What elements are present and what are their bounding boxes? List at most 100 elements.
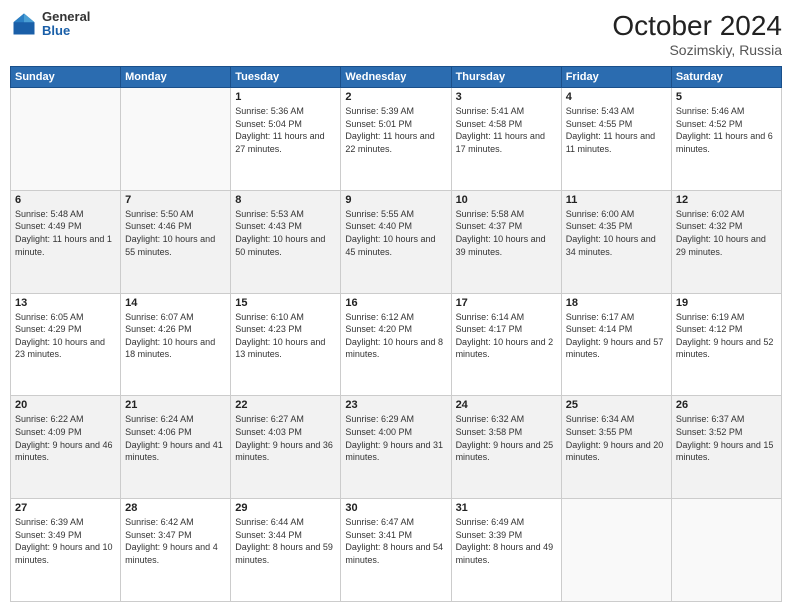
logo-text: General Blue: [42, 10, 90, 39]
day-number: 12: [676, 194, 777, 206]
table-row: 1Sunrise: 5:36 AM Sunset: 5:04 PM Daylig…: [231, 88, 341, 191]
table-row: [671, 499, 781, 602]
day-number: 7: [125, 194, 226, 206]
calendar-week-row: 27 Sunrise: 6:39 AM Sunset: 3:49 PM Dayli…: [11, 499, 782, 602]
day-info: Sunrise: 6:12 AM Sunset: 4:20 PM Dayligh…: [345, 311, 446, 361]
day-number: 17: [456, 297, 557, 309]
table-row: 7Sunrise: 5:50 AM Sunset: 4:46 PM Daylig…: [121, 190, 231, 293]
logo-icon: [10, 10, 38, 38]
day-number: 4: [566, 91, 667, 103]
day-info: Sunrise: 6:42 AM Sunset: 3:47 PM Dayligh…: [125, 516, 226, 566]
table-row: 16 Sunrise: 6:12 AM Sunset: 4:20 PM Dayli…: [341, 293, 451, 396]
calendar-table: Sunday Monday Tuesday Wednesday Thursday…: [10, 66, 782, 602]
day-info: Sunrise: 6:37 AM Sunset: 3:52 PM Dayligh…: [676, 413, 777, 463]
day-info: Sunrise: 6:00 AM Sunset: 4:35 PM Dayligh…: [566, 208, 667, 258]
calendar-header-row: Sunday Monday Tuesday Wednesday Thursday…: [11, 67, 782, 88]
day-info: Sunrise: 6:32 AM Sunset: 3:58 PM Dayligh…: [456, 413, 557, 463]
page-header: General Blue October 2024 Sozimskiy, Rus…: [10, 10, 782, 58]
table-row: 21 Sunrise: 6:24 AM Sunset: 4:06 PM Dayli…: [121, 396, 231, 499]
logo-general: General: [42, 10, 90, 24]
title-section: October 2024 Sozimskiy, Russia: [612, 10, 782, 58]
day-number: 24: [456, 399, 557, 411]
day-number: 3: [456, 91, 557, 103]
day-info: Sunrise: 6:14 AM Sunset: 4:17 PM Dayligh…: [456, 311, 557, 361]
day-info: Sunrise: 6:07 AM Sunset: 4:26 PM Dayligh…: [125, 311, 226, 361]
day-number: 14: [125, 297, 226, 309]
table-row: 22Sunrise: 6:27 AM Sunset: 4:03 PM Dayli…: [231, 396, 341, 499]
col-saturday: Saturday: [671, 67, 781, 88]
table-row: 30 Sunrise: 6:47 AM Sunset: 3:41 PM Dayli…: [341, 499, 451, 602]
table-row: 12 Sunrise: 6:02 AM Sunset: 4:32 PM Dayli…: [671, 190, 781, 293]
col-monday: Monday: [121, 67, 231, 88]
logo: General Blue: [10, 10, 90, 39]
day-info: Sunrise: 6:47 AM Sunset: 3:41 PM Dayligh…: [345, 516, 446, 566]
day-info: Sunrise: 5:46 AM Sunset: 4:52 PM Dayligh…: [676, 105, 777, 155]
day-info: Sunrise: 6:19 AM Sunset: 4:12 PM Dayligh…: [676, 311, 777, 361]
day-info: Sunrise: 5:36 AM Sunset: 5:04 PM Dayligh…: [235, 105, 336, 155]
day-info: Sunrise: 5:43 AM Sunset: 4:55 PM Dayligh…: [566, 105, 667, 155]
day-info: Sunrise: 5:55 AM Sunset: 4:40 PM Dayligh…: [345, 208, 446, 258]
table-row: 6 Sunrise: 5:48 AM Sunset: 4:49 PM Daylig…: [11, 190, 121, 293]
day-number: 8: [235, 194, 336, 206]
day-number: 6: [15, 194, 116, 206]
day-number: 10: [456, 194, 557, 206]
day-number: 20: [15, 399, 116, 411]
day-number: 13: [15, 297, 116, 309]
day-info: Sunrise: 6:22 AM Sunset: 4:09 PM Dayligh…: [15, 413, 116, 463]
day-number: 16: [345, 297, 446, 309]
table-row: 11Sunrise: 6:00 AM Sunset: 4:35 PM Dayli…: [561, 190, 671, 293]
calendar-week-row: 20 Sunrise: 6:22 AM Sunset: 4:09 PM Dayli…: [11, 396, 782, 499]
calendar-week-row: 13Sunrise: 6:05 AM Sunset: 4:29 PM Dayli…: [11, 293, 782, 396]
col-friday: Friday: [561, 67, 671, 88]
day-info: Sunrise: 5:58 AM Sunset: 4:37 PM Dayligh…: [456, 208, 557, 258]
location: Sozimskiy, Russia: [612, 42, 782, 58]
table-row: 13Sunrise: 6:05 AM Sunset: 4:29 PM Dayli…: [11, 293, 121, 396]
day-number: 9: [345, 194, 446, 206]
day-info: Sunrise: 6:24 AM Sunset: 4:06 PM Dayligh…: [125, 413, 226, 463]
day-info: Sunrise: 6:39 AM Sunset: 3:49 PM Dayligh…: [15, 516, 116, 566]
table-row: 8 Sunrise: 5:53 AM Sunset: 4:43 PM Daylig…: [231, 190, 341, 293]
day-info: Sunrise: 5:53 AM Sunset: 4:43 PM Dayligh…: [235, 208, 336, 258]
table-row: 27 Sunrise: 6:39 AM Sunset: 3:49 PM Dayli…: [11, 499, 121, 602]
day-info: Sunrise: 6:49 AM Sunset: 3:39 PM Dayligh…: [456, 516, 557, 566]
table-row: 15 Sunrise: 6:10 AM Sunset: 4:23 PM Dayli…: [231, 293, 341, 396]
logo-blue: Blue: [42, 24, 90, 38]
table-row: [11, 88, 121, 191]
day-number: 2: [345, 91, 446, 103]
table-row: 5 Sunrise: 5:46 AM Sunset: 4:52 PM Daylig…: [671, 88, 781, 191]
day-number: 28: [125, 502, 226, 514]
calendar-week-row: 1Sunrise: 5:36 AM Sunset: 5:04 PM Daylig…: [11, 88, 782, 191]
day-number: 26: [676, 399, 777, 411]
day-number: 5: [676, 91, 777, 103]
table-row: 10 Sunrise: 5:58 AM Sunset: 4:37 PM Dayli…: [451, 190, 561, 293]
table-row: 9 Sunrise: 5:55 AM Sunset: 4:40 PM Daylig…: [341, 190, 451, 293]
day-number: 31: [456, 502, 557, 514]
day-info: Sunrise: 6:29 AM Sunset: 4:00 PM Dayligh…: [345, 413, 446, 463]
col-thursday: Thursday: [451, 67, 561, 88]
day-number: 25: [566, 399, 667, 411]
table-row: 20 Sunrise: 6:22 AM Sunset: 4:09 PM Dayli…: [11, 396, 121, 499]
table-row: 14 Sunrise: 6:07 AM Sunset: 4:26 PM Dayli…: [121, 293, 231, 396]
day-info: Sunrise: 5:48 AM Sunset: 4:49 PM Dayligh…: [15, 208, 116, 258]
day-number: 30: [345, 502, 446, 514]
day-number: 27: [15, 502, 116, 514]
day-info: Sunrise: 6:44 AM Sunset: 3:44 PM Dayligh…: [235, 516, 336, 566]
table-row: 4 Sunrise: 5:43 AM Sunset: 4:55 PM Daylig…: [561, 88, 671, 191]
month-title: October 2024: [612, 10, 782, 42]
day-number: 21: [125, 399, 226, 411]
table-row: 18Sunrise: 6:17 AM Sunset: 4:14 PM Dayli…: [561, 293, 671, 396]
col-tuesday: Tuesday: [231, 67, 341, 88]
day-info: Sunrise: 6:10 AM Sunset: 4:23 PM Dayligh…: [235, 311, 336, 361]
table-row: 28 Sunrise: 6:42 AM Sunset: 3:47 PM Dayli…: [121, 499, 231, 602]
day-info: Sunrise: 6:02 AM Sunset: 4:32 PM Dayligh…: [676, 208, 777, 258]
table-row: 17 Sunrise: 6:14 AM Sunset: 4:17 PM Dayli…: [451, 293, 561, 396]
day-number: 15: [235, 297, 336, 309]
day-info: Sunrise: 6:17 AM Sunset: 4:14 PM Dayligh…: [566, 311, 667, 361]
day-number: 23: [345, 399, 446, 411]
table-row: 31 Sunrise: 6:49 AM Sunset: 3:39 PM Dayli…: [451, 499, 561, 602]
col-sunday: Sunday: [11, 67, 121, 88]
table-row: [121, 88, 231, 191]
calendar-week-row: 6 Sunrise: 5:48 AM Sunset: 4:49 PM Daylig…: [11, 190, 782, 293]
table-row: 2 Sunrise: 5:39 AM Sunset: 5:01 PM Daylig…: [341, 88, 451, 191]
day-info: Sunrise: 5:39 AM Sunset: 5:01 PM Dayligh…: [345, 105, 446, 155]
